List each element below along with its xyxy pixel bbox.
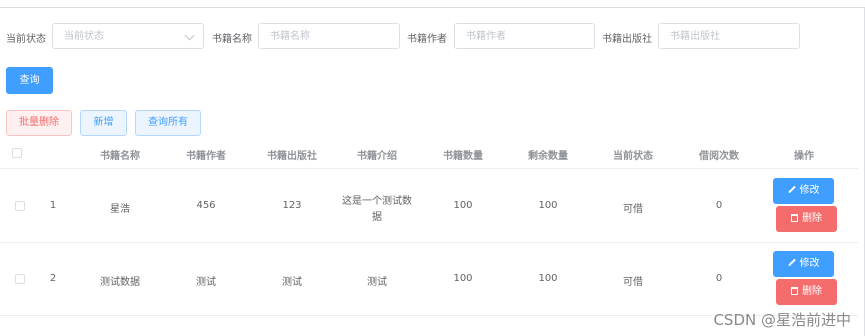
add-button[interactable]: 新增 [80, 110, 127, 136]
name-label: 书籍名称 [212, 34, 252, 45]
cell-name: 星浩 [110, 204, 130, 215]
status-select-input[interactable] [64, 24, 203, 48]
header-publisher: 书籍出版社 [267, 151, 317, 162]
query-all-button[interactable]: 查询所有 [135, 110, 201, 136]
cell-publisher: 测试 [282, 277, 302, 288]
author-field[interactable] [454, 23, 595, 49]
header-actions: 操作 [794, 151, 814, 162]
delete-label: 删除 [802, 213, 822, 224]
cell-status: 可借 [623, 204, 643, 215]
author-label: 书籍作者 [407, 34, 447, 45]
row-index: 1 [49, 200, 57, 211]
trash-icon [791, 287, 798, 295]
header-intro: 书籍介绍 [357, 151, 397, 162]
delete-button[interactable]: 删除 [776, 206, 837, 232]
delete-button[interactable]: 删除 [776, 279, 837, 305]
publisher-input[interactable] [670, 24, 799, 48]
row-checkbox[interactable] [15, 274, 25, 284]
status-label: 当前状态 [6, 34, 46, 45]
edit-label: 修改 [799, 185, 820, 196]
row-checkbox[interactable] [15, 201, 25, 211]
edit-button[interactable]: 修改 [773, 251, 834, 277]
header-status: 当前状态 [613, 151, 653, 162]
batch-delete-button[interactable]: 批量删除 [6, 110, 72, 136]
header-remaining: 剩余数量 [528, 151, 568, 162]
edit-label: 修改 [799, 258, 820, 269]
edit-icon [788, 186, 796, 194]
status-select[interactable] [52, 23, 204, 49]
header-quantity: 书籍数量 [443, 151, 483, 162]
publisher-field[interactable] [658, 23, 800, 49]
delete-label: 删除 [802, 286, 822, 297]
cell-intro-line1: 测试 [367, 277, 387, 288]
header-name: 书籍名称 [100, 151, 140, 162]
cell-status: 可借 [623, 277, 643, 288]
query-button[interactable]: 查询 [6, 67, 53, 94]
row-divider [0, 242, 858, 243]
select-all-checkbox[interactable] [12, 148, 22, 158]
row-divider [0, 168, 858, 169]
cell-intro-line1: 这是一个测试数 [342, 196, 412, 207]
edit-icon [788, 259, 796, 267]
cell-publisher: 123 [282, 200, 302, 211]
header-borrow-count: 借阅次数 [699, 151, 739, 162]
edit-button[interactable]: 修改 [773, 178, 834, 204]
cell-quantity: 100 [453, 273, 473, 284]
cell-remaining: 100 [538, 200, 558, 211]
cell-remaining: 100 [538, 273, 558, 284]
cell-name: 测试数据 [100, 277, 140, 288]
publisher-label: 书籍出版社 [602, 34, 652, 45]
watermark: CSDN @星浩前进中 [713, 311, 851, 329]
name-field[interactable] [258, 23, 400, 49]
cell-intro-line2: 据 [372, 212, 382, 223]
name-input[interactable] [270, 24, 399, 48]
cell-borrow-count: 0 [715, 200, 723, 211]
cell-quantity: 100 [453, 200, 473, 211]
cell-borrow-count: 0 [715, 273, 723, 284]
cell-author: 456 [196, 200, 216, 211]
header-author: 书籍作者 [186, 151, 226, 162]
row-index: 2 [49, 273, 57, 284]
cell-author: 测试 [196, 277, 216, 288]
author-input[interactable] [466, 24, 594, 48]
top-border [0, 7, 865, 8]
trash-icon [791, 214, 798, 222]
